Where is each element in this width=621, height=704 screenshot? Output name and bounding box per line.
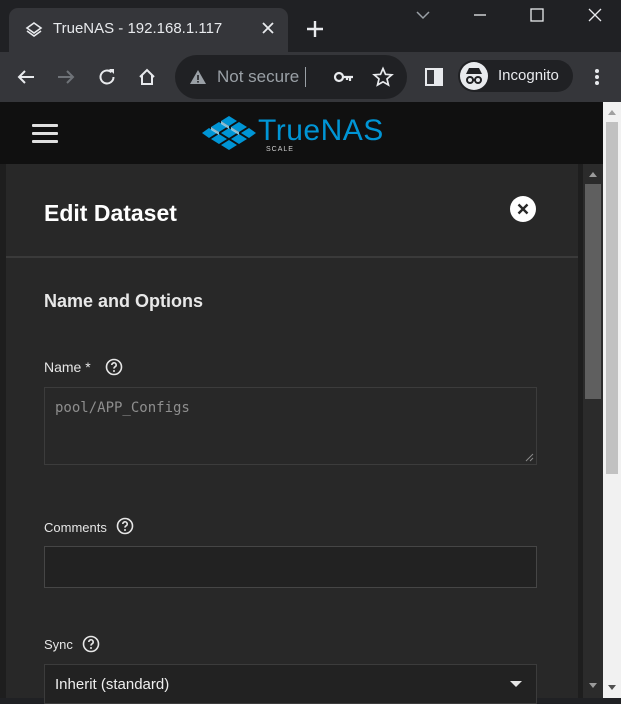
caret-down-icon bbox=[510, 681, 522, 687]
truenas-favicon bbox=[25, 22, 43, 37]
plus-icon[interactable] bbox=[303, 17, 327, 41]
close-panel-button[interactable] bbox=[510, 196, 536, 222]
panel-scrollbar-thumb[interactable] bbox=[585, 184, 601, 399]
scroll-down-icon[interactable] bbox=[588, 682, 598, 690]
logo-text: TrueNAS bbox=[258, 114, 384, 147]
name-label: Name * bbox=[44, 359, 91, 375]
sync-select[interactable]: Inherit (standard) bbox=[44, 664, 537, 704]
close-icon[interactable] bbox=[259, 19, 277, 37]
truenas-logo-mark bbox=[202, 116, 256, 150]
tab-title: TrueNAS - 192.168.1.117 bbox=[53, 20, 223, 37]
scroll-up-icon[interactable] bbox=[607, 108, 617, 116]
back-icon[interactable] bbox=[15, 66, 37, 88]
minimize-icon[interactable] bbox=[469, 4, 491, 26]
browser-tab[interactable]: TrueNAS - 192.168.1.117 bbox=[9, 8, 288, 52]
close-icon bbox=[517, 203, 529, 215]
help-icon[interactable] bbox=[116, 517, 134, 535]
page-scrollbar[interactable] bbox=[603, 102, 621, 698]
comments-field[interactable] bbox=[44, 546, 537, 588]
resize-handle-icon[interactable] bbox=[525, 453, 534, 462]
key-icon[interactable] bbox=[333, 67, 355, 87]
incognito-avatar bbox=[460, 62, 488, 90]
maximize-icon[interactable] bbox=[526, 4, 548, 26]
chevron-down-icon[interactable] bbox=[412, 4, 434, 26]
help-icon[interactable] bbox=[82, 635, 100, 653]
forward-icon[interactable] bbox=[55, 66, 77, 88]
help-icon[interactable] bbox=[105, 358, 123, 376]
omnibox-divider bbox=[305, 67, 306, 87]
browser-toolbar: Not secure Incognito bbox=[0, 52, 621, 102]
truenas-logo[interactable]: TrueNAS SCALE bbox=[202, 112, 392, 156]
side-panel-icon[interactable] bbox=[423, 66, 445, 88]
menu-icon[interactable] bbox=[32, 124, 58, 144]
app-header: TrueNAS SCALE bbox=[0, 102, 603, 164]
name-field[interactable]: pool/APP_Configs bbox=[44, 387, 537, 465]
sync-value: Inherit (standard) bbox=[55, 676, 170, 693]
browser-tabstrip: TrueNAS - 192.168.1.117 bbox=[0, 0, 621, 52]
address-bar[interactable]: Not secure bbox=[175, 55, 407, 99]
security-status[interactable]: Not secure bbox=[217, 67, 301, 87]
section-title: Name and Options bbox=[44, 291, 204, 311]
header-divider bbox=[6, 256, 578, 258]
comments-label: Comments bbox=[44, 520, 107, 535]
scroll-down-icon[interactable] bbox=[607, 684, 617, 692]
reload-icon[interactable] bbox=[96, 66, 118, 88]
close-window-icon[interactable] bbox=[584, 4, 606, 26]
incognito-badge[interactable]: Incognito bbox=[458, 60, 573, 92]
scroll-up-icon[interactable] bbox=[588, 170, 598, 178]
logo-subtitle: SCALE bbox=[266, 146, 294, 153]
star-icon[interactable] bbox=[372, 66, 394, 88]
page-scrollbar-thumb[interactable] bbox=[606, 122, 618, 474]
name-value: pool/APP_Configs bbox=[55, 400, 190, 416]
incognito-icon bbox=[466, 68, 482, 84]
warning-icon[interactable] bbox=[188, 67, 208, 87]
edit-dataset-panel: Edit Dataset Name and Options Name * poo… bbox=[6, 164, 578, 704]
incognito-label: Incognito bbox=[498, 67, 559, 84]
sync-label: Sync bbox=[44, 637, 73, 652]
home-icon[interactable] bbox=[136, 66, 158, 88]
more-vert-icon[interactable] bbox=[586, 66, 608, 88]
panel-scrollbar[interactable] bbox=[583, 164, 603, 698]
panel-title: Edit Dataset bbox=[44, 200, 177, 226]
